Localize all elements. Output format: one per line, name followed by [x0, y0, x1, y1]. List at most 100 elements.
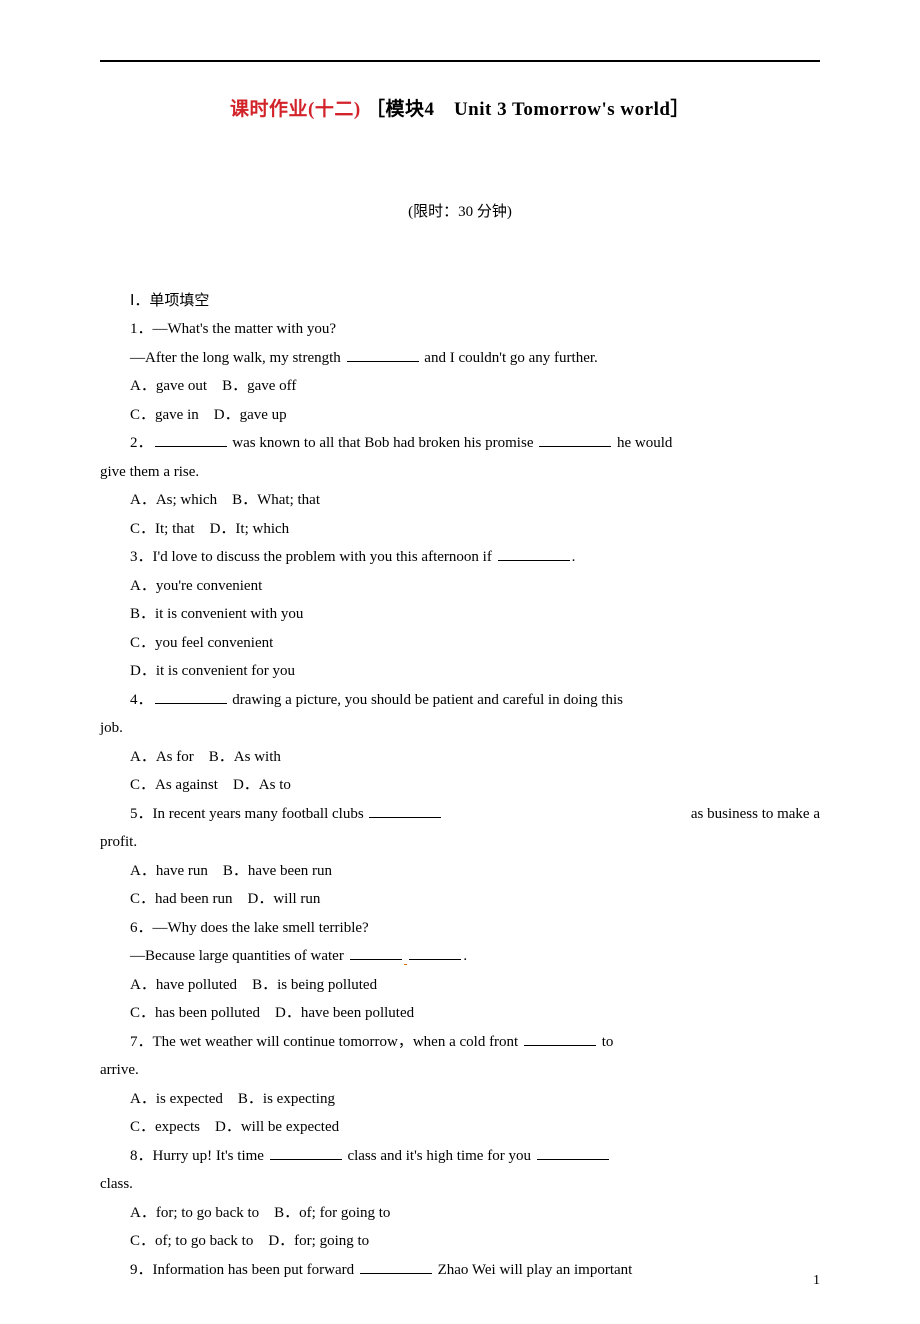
q7-line2: arrive. [100, 1056, 820, 1085]
q2-options-row1: A．As; which B．What; that [100, 486, 820, 515]
q6-options-row1: A．have polluted B．is being polluted [100, 971, 820, 1000]
blank [524, 1031, 596, 1046]
q9-line1: 9．Information has been put forward Zhao … [100, 1256, 820, 1285]
question-block: Ⅰ．单项填空 1．—What's the matter with you? —A… [100, 287, 820, 1285]
q9-line1a: 9．Information has been put forward [130, 1262, 358, 1278]
q6-line1: 6．—Why does the lake smell terrible? [100, 914, 820, 943]
blank [369, 803, 441, 818]
blank [347, 347, 419, 362]
q4-line1a: 4． [130, 692, 153, 708]
q3-optC: C．you feel convenient [100, 629, 820, 658]
q1-line2: —After the long walk, my strength and I … [100, 344, 820, 373]
q5-options-row2: C．had been run D．will run [100, 885, 820, 914]
blank [270, 1145, 342, 1160]
q2-optD: D．It; which [210, 521, 290, 537]
q3-line1: 3．I'd love to discuss the problem with y… [100, 543, 820, 572]
q6-optB: B．is being polluted [252, 977, 377, 993]
q1-line2b: and I couldn't go any further. [421, 350, 598, 366]
q1-optB: B．gave off [222, 378, 296, 394]
q8-line1b: class and it's high time for you [344, 1148, 535, 1164]
blank [409, 946, 461, 961]
q6-optA: A．have polluted [130, 977, 237, 993]
q9-line1b: Zhao Wei will play an important [434, 1262, 632, 1278]
q2-optC: C．It; that [130, 521, 195, 537]
q5-line1b: as business to make a [661, 800, 820, 829]
q2-line1c: he would [613, 435, 672, 451]
document-title: 课时作业(十二) ［模块4 Unit 3 Tomorrow's world］ [100, 92, 820, 128]
q1-line2a: —After the long walk, my strength [130, 350, 345, 366]
q4-optC: C．As against [130, 777, 218, 793]
q8-line1a: 8．Hurry up! It's time [130, 1148, 268, 1164]
q5-line1a: 5．In recent years many football clubs [130, 806, 367, 822]
blank [498, 547, 570, 562]
section-heading: Ⅰ．单项填空 [100, 287, 820, 316]
q7-optD: D．will be expected [215, 1119, 339, 1135]
q7-optA: A．is expected [130, 1091, 223, 1107]
q7-options-row1: A．is expected B．is expecting [100, 1085, 820, 1114]
q3-optA: A．you're convenient [100, 572, 820, 601]
q3-optD: D．it is convenient for you [100, 657, 820, 686]
q8-optA: A．for; to go back to [130, 1205, 259, 1221]
q7-optC: C．expects [130, 1119, 200, 1135]
q4-options-row1: A．As for B．As with [100, 743, 820, 772]
q4-line1b: drawing a picture, you should be patient… [229, 692, 623, 708]
title-part-red: 课时作业(十二) [230, 99, 361, 120]
q7-options-row2: C．expects D．will be expected [100, 1113, 820, 1142]
q1-optA: A．gave out [130, 378, 207, 394]
q2-line1b: was known to all that Bob had broken his… [229, 435, 538, 451]
q6-line2: —Because large quantities of water . [100, 942, 820, 971]
q6-options-row2: C．has been polluted D．have been polluted [100, 999, 820, 1028]
blank [350, 946, 402, 961]
q5-line1: 5．In recent years many football clubs as… [100, 800, 820, 829]
q8-line1: 8．Hurry up! It's time class and it's hig… [100, 1142, 820, 1171]
q5-options-row1: A．have run B．have been run [100, 857, 820, 886]
q4-optA: A．As for [130, 749, 194, 765]
q1-line1: 1．—What's the matter with you? [100, 315, 820, 344]
q7-line1b: to [598, 1034, 613, 1050]
time-limit: (限时：30 分钟) [100, 198, 820, 227]
blank [155, 433, 227, 448]
blank [539, 433, 611, 448]
q4-line2: job. [100, 714, 820, 743]
q6-optD: D．have been polluted [275, 1005, 414, 1021]
q2-line1: 2． was known to all that Bob had broken … [100, 429, 820, 458]
q1-options-row1: A．gave out B．gave off [100, 372, 820, 401]
q2-optB: B．What; that [232, 492, 320, 508]
q8-optD: D．for; going to [268, 1233, 369, 1249]
q8-options-row1: A．for; to go back to B．of; for going to [100, 1199, 820, 1228]
title-part-black: ［模块4 Unit 3 Tomorrow's world］ [366, 99, 690, 120]
q6-line2a: —Because large quantities of water [130, 948, 348, 964]
q5-optA: A．have run [130, 863, 208, 879]
marker-dot [404, 948, 408, 965]
page-number: 1 [813, 1268, 820, 1295]
q1-optD: D．gave up [214, 407, 287, 423]
q8-optC: C．of; to go back to [130, 1233, 253, 1249]
q7-line1: 7．The wet weather will continue tomorrow… [100, 1028, 820, 1057]
q5-line2: profit. [100, 828, 820, 857]
blank [155, 689, 227, 704]
q8-optB: B．of; for going to [274, 1205, 390, 1221]
q7-line1a: 7．The wet weather will continue tomorrow… [130, 1034, 522, 1050]
q8-options-row2: C．of; to go back to D．for; going to [100, 1227, 820, 1256]
q3-line1a: 3．I'd love to discuss the problem with y… [130, 549, 496, 565]
blank [537, 1145, 609, 1160]
q3-line1b: . [572, 549, 576, 565]
q7-optB: B．is expecting [238, 1091, 335, 1107]
q2-line2: give them a rise. [100, 458, 820, 487]
q3-optB: B．it is convenient with you [100, 600, 820, 629]
q1-optC: C．gave in [130, 407, 199, 423]
q4-optD: D．As to [233, 777, 291, 793]
q4-line1: 4． drawing a picture, you should be pati… [100, 686, 820, 715]
q8-line2: class. [100, 1170, 820, 1199]
q4-optB: B．As with [209, 749, 281, 765]
blank [360, 1259, 432, 1274]
page-container: 课时作业(十二) ［模块4 Unit 3 Tomorrow's world］ (… [0, 0, 920, 1324]
q2-line1a: 2． [130, 435, 153, 451]
q5-optB: B．have been run [223, 863, 332, 879]
q1-options-row2: C．gave in D．gave up [100, 401, 820, 430]
q5-optD: D．will run [248, 891, 321, 907]
q2-options-row2: C．It; that D．It; which [100, 515, 820, 544]
q4-options-row2: C．As against D．As to [100, 771, 820, 800]
q6-optC: C．has been polluted [130, 1005, 260, 1021]
q5-optC: C．had been run [130, 891, 232, 907]
